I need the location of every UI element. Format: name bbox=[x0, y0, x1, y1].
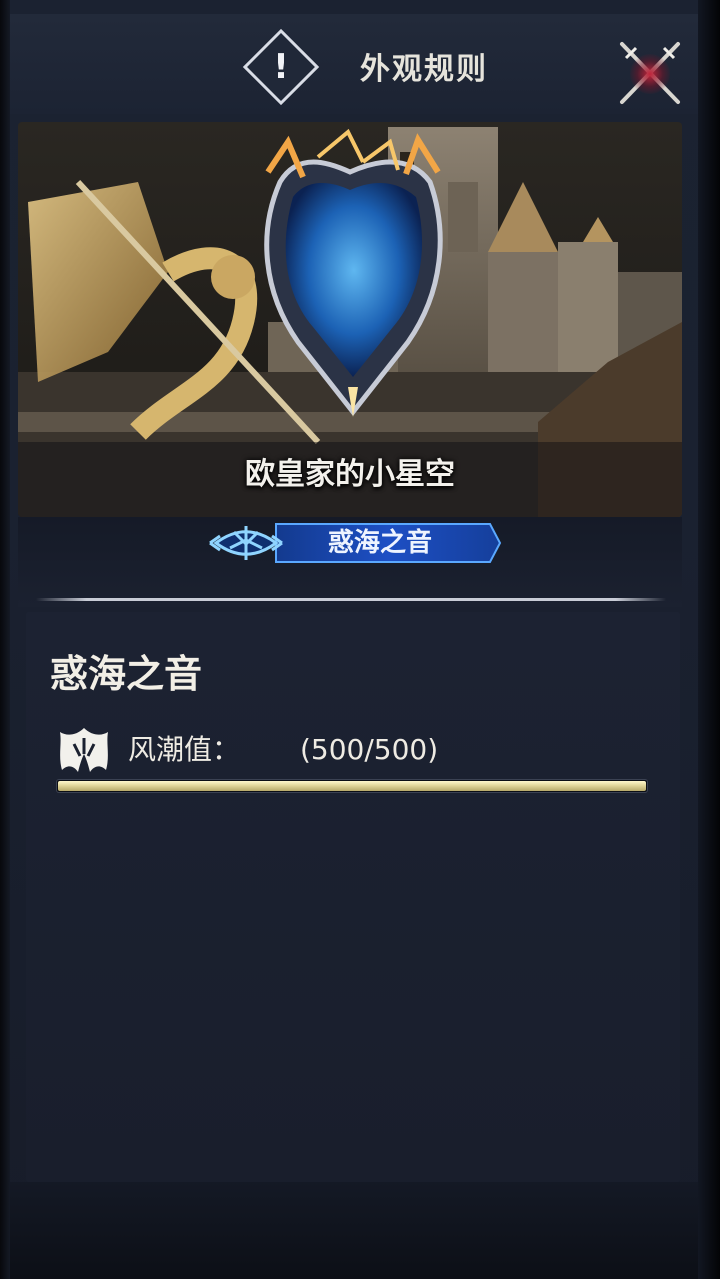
stat-value: (500/500) bbox=[300, 733, 439, 766]
close-glow bbox=[630, 54, 670, 94]
frame-edge-right bbox=[698, 0, 720, 1279]
trident-crest-icon bbox=[209, 526, 283, 560]
close-button[interactable] bbox=[612, 36, 688, 112]
dialog-title: 外观规则 bbox=[360, 52, 488, 87]
dialog-header bbox=[10, 14, 698, 114]
skin-name-heading: 惑海之音 bbox=[50, 652, 203, 696]
wind-tide-emblem-icon bbox=[56, 722, 112, 776]
section-divider bbox=[36, 598, 666, 601]
skin-tag-label: 惑海之音 bbox=[327, 528, 432, 558]
stat-label: 风潮值： bbox=[128, 733, 241, 766]
player-name: 欧皇家的小星空 bbox=[245, 457, 455, 492]
wind-tide-progress-bar bbox=[56, 779, 648, 793]
exclamation-icon[interactable]: ! bbox=[254, 40, 308, 94]
bottom-shadow bbox=[10, 1182, 698, 1279]
frame-edge-left bbox=[0, 0, 10, 1279]
progress-fill bbox=[58, 781, 646, 791]
